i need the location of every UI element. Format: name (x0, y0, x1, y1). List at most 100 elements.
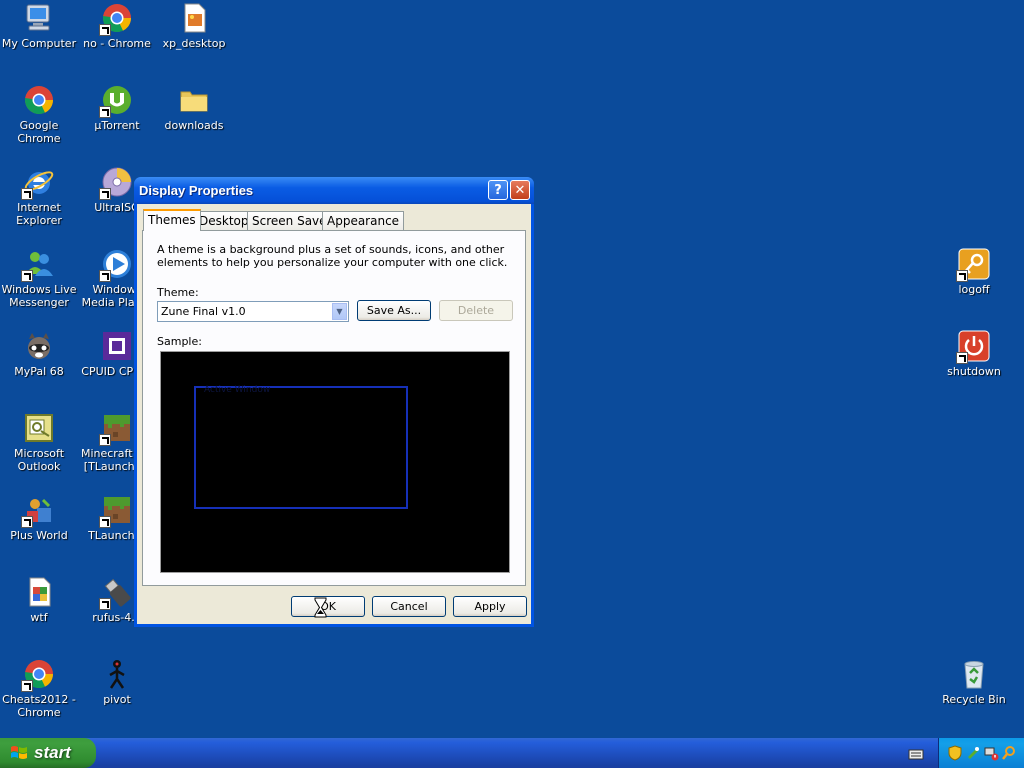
internet-explorer-icon (21, 166, 55, 200)
system-tray (938, 738, 1024, 768)
sample-window: Active Window (194, 385, 408, 509)
desktop-icon-internet-explorer[interactable]: Internet Explorer (0, 166, 78, 227)
shortcut-arrow-icon (99, 24, 111, 36)
close-button[interactable]: ✕ (510, 180, 530, 200)
desktop-icon-plus-world[interactable]: Plus World (0, 494, 78, 542)
delete-button[interactable]: Delete (439, 300, 513, 321)
disc-icon (99, 166, 133, 200)
start-label: start (34, 743, 71, 762)
desktop-icon-label: downloads (164, 119, 224, 132)
theme-description: A theme is a background plus a set of so… (157, 243, 508, 269)
windows-logo-icon (11, 746, 27, 759)
theme-label: Theme: (157, 286, 199, 299)
shortcut-arrow-icon (99, 434, 111, 446)
search-icon[interactable] (1001, 745, 1017, 761)
desktop-icon-google-chrome[interactable]: Google Chrome (0, 84, 78, 145)
chevron-down-icon[interactable]: ▼ (332, 303, 347, 320)
desktop-icon-label: Windows Live Messenger (1, 283, 77, 309)
shortcut-arrow-icon (99, 598, 111, 610)
desktop-icon-label: Internet Explorer (16, 201, 62, 227)
desktop-icon-label: xp_desktop (162, 37, 226, 50)
document-icon (23, 576, 55, 608)
shortcut-arrow-icon (99, 188, 111, 200)
theme-sample-preview: Active Window (160, 351, 510, 573)
desktop-icon-label: pivot (103, 693, 131, 706)
folder-icon (178, 84, 210, 116)
usb-icon (99, 576, 133, 610)
shortcut-arrow-icon (21, 188, 33, 200)
tab-themes[interactable]: Themes (143, 209, 201, 231)
cancel-button[interactable]: Cancel (372, 596, 446, 617)
security-shield-icon[interactable] (947, 745, 963, 761)
shortcut-arrow-icon (21, 516, 33, 528)
plus-world-icon (21, 494, 55, 528)
keyboard-icon[interactable] (908, 746, 924, 762)
desktop-icon-label: µTorrent (94, 119, 140, 132)
desktop-icon-label: Google Chrome (17, 119, 61, 145)
desktop-icon-cheats2012-chrome[interactable]: Cheats2012 - Chrome (0, 658, 78, 719)
dialog-body: Themes Desktop Screen Saver Appearance A… (137, 204, 531, 624)
shortcut-arrow-icon (21, 270, 33, 282)
desktop-icon-pivot[interactable]: pivot (78, 658, 156, 706)
messenger-icon (21, 248, 55, 282)
tab-desktop[interactable]: Desktop (194, 211, 254, 230)
apply-button[interactable]: Apply (453, 596, 527, 617)
recycle-bin-icon (958, 658, 990, 690)
cpu-icon (101, 330, 133, 362)
shortcut-arrow-icon (99, 270, 111, 282)
media-player-icon (99, 248, 133, 282)
dialog-title: Display Properties (139, 183, 254, 198)
my-computer-icon (23, 2, 55, 34)
save-as-button[interactable]: Save As... (357, 300, 431, 321)
mypal-icon (23, 330, 55, 362)
desktop-icon-wtf[interactable]: wtf (0, 576, 78, 624)
image-file-icon (178, 2, 210, 34)
desktop-icon-logoff[interactable]: logoff (935, 248, 1013, 296)
chrome-icon (99, 2, 133, 36)
desktop-icon-downloads[interactable]: downloads (155, 84, 233, 132)
sample-label: Sample: (157, 335, 202, 348)
minecraft-icon (99, 412, 133, 446)
theme-dropdown[interactable]: Zune Final v1.0 ▼ (157, 301, 349, 322)
sample-window-title: Active Window (204, 385, 271, 395)
desktop-icon-label: MyPal 68 (14, 365, 64, 378)
shutdown-icon (956, 330, 990, 364)
desktop-icon-label: logoff (958, 283, 990, 296)
shortcut-arrow-icon (956, 352, 968, 364)
minecraft-icon (99, 494, 133, 528)
tab-appearance[interactable]: Appearance (322, 211, 405, 230)
desktop-icon-no-chrome[interactable]: no - Chrome (78, 2, 156, 50)
network-alert-icon[interactable] (983, 745, 999, 761)
chrome-icon (23, 84, 55, 116)
chrome-icon (21, 658, 55, 692)
help-button[interactable]: ? (488, 180, 508, 200)
display-properties-dialog: Display Properties ? ✕ Themes Desktop Sc… (134, 177, 534, 627)
desktop-icon-label: Microsoft Outlook (13, 447, 65, 473)
shortcut-arrow-icon (99, 106, 111, 118)
start-button[interactable]: start (0, 738, 96, 768)
desktop-icon-recycle-bin[interactable]: Recycle Bin (935, 658, 1013, 706)
dialog-title-bar[interactable]: Display Properties ? ✕ (134, 177, 534, 204)
hourglass-cursor-icon (314, 597, 327, 618)
stick-figure-icon (101, 658, 133, 690)
desktop-icon-label: shutdown (947, 365, 1001, 378)
logoff-icon (956, 248, 990, 282)
desktop-icon-utorrent[interactable]: µTorrent (78, 84, 156, 132)
theme-selected-value: Zune Final v1.0 (161, 305, 246, 318)
shortcut-arrow-icon (21, 680, 33, 692)
desktop-icon-xp-desktop[interactable]: xp_desktop (155, 2, 233, 50)
ok-button[interactable]: OK (291, 596, 365, 617)
desktop-icon-shutdown[interactable]: shutdown (935, 330, 1013, 378)
safely-remove-hardware-icon[interactable] (965, 745, 981, 761)
desktop-icon-label: no - Chrome (83, 37, 151, 50)
desktop-icon-mypal[interactable]: MyPal 68 (0, 330, 78, 378)
outlook-icon (23, 412, 55, 444)
desktop-icon-my-computer[interactable]: My Computer (0, 2, 78, 50)
desktop-icon-windows-live-messenger[interactable]: Windows Live Messenger (0, 248, 78, 309)
taskbar: start (0, 738, 1024, 768)
utorrent-icon (99, 84, 133, 118)
desktop-icon-label: wtf (30, 611, 48, 624)
desktop-icon-microsoft-outlook[interactable]: Microsoft Outlook (0, 412, 78, 473)
desktop-icon-label: Recycle Bin (942, 693, 1006, 706)
shortcut-arrow-icon (99, 516, 111, 528)
